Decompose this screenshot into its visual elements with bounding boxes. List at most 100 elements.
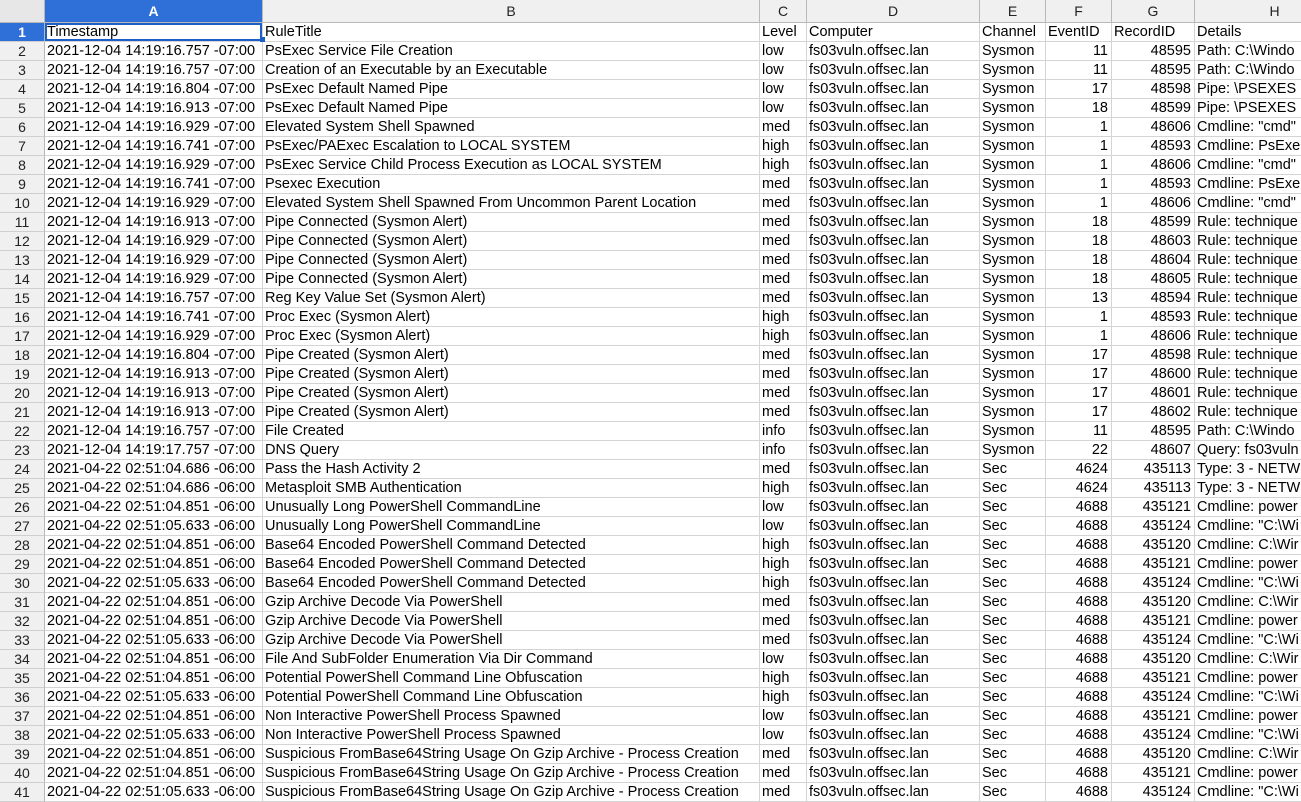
table-cell[interactable]: 48598 xyxy=(1112,80,1195,99)
table-cell[interactable]: 48606 xyxy=(1112,118,1195,137)
table-cell[interactable]: 48600 xyxy=(1112,365,1195,384)
table-cell[interactable]: Sysmon xyxy=(980,346,1046,365)
row-header[interactable]: 15 xyxy=(0,289,45,308)
table-cell[interactable]: 2021-12-04 14:19:16.757 -07:00 xyxy=(45,422,263,441)
table-cell[interactable]: Path: C:\Windo xyxy=(1195,61,1301,80)
table-cell[interactable]: 4688 xyxy=(1046,688,1112,707)
table-cell[interactable]: med xyxy=(760,384,807,403)
table-cell[interactable]: Proc Exec (Sysmon Alert) xyxy=(263,308,760,327)
table-cell[interactable]: 11 xyxy=(1046,42,1112,61)
row-header[interactable]: 21 xyxy=(0,403,45,422)
table-cell[interactable]: Sysmon xyxy=(980,384,1046,403)
table-cell[interactable]: fs03vuln.offsec.lan xyxy=(807,764,980,783)
column-header-g[interactable]: G xyxy=(1112,0,1195,23)
row-header[interactable]: 23 xyxy=(0,441,45,460)
row-header[interactable]: 33 xyxy=(0,631,45,650)
table-cell[interactable]: fs03vuln.offsec.lan xyxy=(807,726,980,745)
table-cell[interactable]: Pipe Created (Sysmon Alert) xyxy=(263,365,760,384)
table-cell[interactable]: 2021-12-04 14:19:16.913 -07:00 xyxy=(45,99,263,118)
table-cell[interactable]: med xyxy=(760,631,807,650)
table-cell[interactable]: 435120 xyxy=(1112,745,1195,764)
table-cell[interactable]: high xyxy=(760,574,807,593)
table-cell[interactable]: 48599 xyxy=(1112,99,1195,118)
row-header[interactable]: 31 xyxy=(0,593,45,612)
header-cell[interactable]: Timestamp xyxy=(45,23,263,42)
table-cell[interactable]: 2021-04-22 02:51:04.851 -06:00 xyxy=(45,650,263,669)
table-cell[interactable]: 2021-04-22 02:51:04.851 -06:00 xyxy=(45,669,263,688)
header-cell[interactable]: Channel xyxy=(980,23,1046,42)
table-cell[interactable]: 4688 xyxy=(1046,726,1112,745)
table-cell[interactable]: fs03vuln.offsec.lan xyxy=(807,156,980,175)
table-cell[interactable]: Path: C:\Windo xyxy=(1195,422,1301,441)
table-cell[interactable]: Cmdline: power xyxy=(1195,707,1301,726)
row-header[interactable]: 38 xyxy=(0,726,45,745)
table-cell[interactable]: high xyxy=(760,688,807,707)
row-header[interactable]: 10 xyxy=(0,194,45,213)
row-header[interactable]: 3 xyxy=(0,61,45,80)
table-cell[interactable]: Sysmon xyxy=(980,403,1046,422)
column-header-a[interactable]: A xyxy=(45,0,263,23)
row-header[interactable]: 41 xyxy=(0,783,45,802)
row-header[interactable]: 17 xyxy=(0,327,45,346)
table-cell[interactable]: Sec xyxy=(980,707,1046,726)
table-cell[interactable]: Sec xyxy=(980,536,1046,555)
row-header[interactable]: 22 xyxy=(0,422,45,441)
table-cell[interactable]: Reg Key Value Set (Sysmon Alert) xyxy=(263,289,760,308)
row-header[interactable]: 20 xyxy=(0,384,45,403)
table-cell[interactable]: 435124 xyxy=(1112,517,1195,536)
header-cell[interactable]: RuleTitle xyxy=(263,23,760,42)
table-cell[interactable]: 435113 xyxy=(1112,460,1195,479)
table-cell[interactable]: 2021-12-04 14:19:16.741 -07:00 xyxy=(45,308,263,327)
row-header[interactable]: 18 xyxy=(0,346,45,365)
table-cell[interactable]: Base64 Encoded PowerShell Command Detect… xyxy=(263,555,760,574)
table-cell[interactable]: fs03vuln.offsec.lan xyxy=(807,574,980,593)
table-cell[interactable]: 2021-04-22 02:51:05.633 -06:00 xyxy=(45,783,263,802)
table-cell[interactable]: Cmdline: C:\Wir xyxy=(1195,593,1301,612)
table-cell[interactable]: fs03vuln.offsec.lan xyxy=(807,61,980,80)
table-cell[interactable]: 435124 xyxy=(1112,783,1195,802)
table-cell[interactable]: 435124 xyxy=(1112,688,1195,707)
table-cell[interactable]: 2021-04-22 02:51:04.851 -06:00 xyxy=(45,593,263,612)
table-cell[interactable]: fs03vuln.offsec.lan xyxy=(807,441,980,460)
table-cell[interactable]: fs03vuln.offsec.lan xyxy=(807,536,980,555)
column-header-c[interactable]: C xyxy=(760,0,807,23)
table-cell[interactable]: Pipe Connected (Sysmon Alert) xyxy=(263,270,760,289)
table-cell[interactable]: high xyxy=(760,137,807,156)
table-cell[interactable]: Cmdline: "C:\Wi xyxy=(1195,574,1301,593)
row-header[interactable]: 37 xyxy=(0,707,45,726)
table-cell[interactable]: info xyxy=(760,441,807,460)
table-cell[interactable]: Sec xyxy=(980,650,1046,669)
table-cell[interactable]: Sysmon xyxy=(980,137,1046,156)
table-cell[interactable]: Rule: technique xyxy=(1195,289,1301,308)
row-header[interactable]: 14 xyxy=(0,270,45,289)
table-cell[interactable]: 1 xyxy=(1046,194,1112,213)
table-cell[interactable]: 2021-12-04 14:19:16.804 -07:00 xyxy=(45,346,263,365)
table-cell[interactable]: med xyxy=(760,232,807,251)
table-cell[interactable]: 48607 xyxy=(1112,441,1195,460)
table-cell[interactable]: Pipe Connected (Sysmon Alert) xyxy=(263,213,760,232)
table-cell[interactable]: Cmdline: PsExe xyxy=(1195,137,1301,156)
table-cell[interactable]: 2021-04-22 02:51:04.851 -06:00 xyxy=(45,555,263,574)
table-cell[interactable]: 4688 xyxy=(1046,707,1112,726)
table-cell[interactable]: 18 xyxy=(1046,213,1112,232)
table-cell[interactable]: low xyxy=(760,80,807,99)
table-cell[interactable]: PsExec Default Named Pipe xyxy=(263,99,760,118)
table-cell[interactable]: 2021-12-04 14:19:16.929 -07:00 xyxy=(45,251,263,270)
table-cell[interactable]: Suspicious FromBase64String Usage On Gzi… xyxy=(263,745,760,764)
table-cell[interactable]: 4688 xyxy=(1046,612,1112,631)
table-cell[interactable]: 48594 xyxy=(1112,289,1195,308)
table-cell[interactable]: med xyxy=(760,764,807,783)
table-cell[interactable]: fs03vuln.offsec.lan xyxy=(807,593,980,612)
table-cell[interactable]: Sec xyxy=(980,517,1046,536)
row-header[interactable]: 6 xyxy=(0,118,45,137)
row-header[interactable]: 9 xyxy=(0,175,45,194)
table-cell[interactable]: 4688 xyxy=(1046,631,1112,650)
table-cell[interactable]: Base64 Encoded PowerShell Command Detect… xyxy=(263,574,760,593)
table-cell[interactable]: Elevated System Shell Spawned From Uncom… xyxy=(263,194,760,213)
table-cell[interactable]: med xyxy=(760,175,807,194)
table-cell[interactable]: 48595 xyxy=(1112,422,1195,441)
table-cell[interactable]: 2021-04-22 02:51:05.633 -06:00 xyxy=(45,517,263,536)
table-cell[interactable]: med xyxy=(760,213,807,232)
table-cell[interactable]: Cmdline: "C:\Wi xyxy=(1195,726,1301,745)
table-cell[interactable]: 435121 xyxy=(1112,707,1195,726)
